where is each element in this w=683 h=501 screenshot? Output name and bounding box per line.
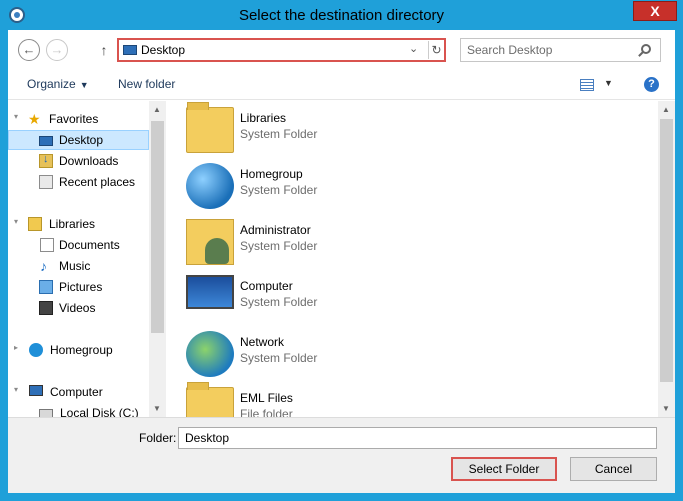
scroll-down-icon[interactable]: ▼ bbox=[662, 404, 670, 413]
sidebar-item-libraries[interactable]: ▾ Libraries bbox=[8, 214, 149, 234]
file-item-network[interactable]: Network System Folder bbox=[184, 329, 484, 381]
cancel-button[interactable]: Cancel bbox=[570, 457, 657, 481]
dialog-footer: Folder: Select Folder Cancel bbox=[8, 417, 675, 493]
file-item-libraries[interactable]: Libraries System Folder bbox=[184, 102, 484, 157]
sidebar-item-documents[interactable]: Documents bbox=[8, 235, 149, 255]
computer-icon bbox=[29, 385, 43, 396]
sidebar-item-label: Desktop bbox=[59, 133, 104, 147]
item-type: System Folder bbox=[240, 295, 318, 309]
item-name: Administrator bbox=[240, 223, 311, 237]
computer-icon bbox=[186, 275, 234, 309]
file-item-computer[interactable]: Computer System Folder bbox=[184, 273, 484, 325]
recent-icon bbox=[39, 175, 53, 189]
sidebar-item-pictures[interactable]: Pictures bbox=[8, 277, 149, 297]
file-item-homegroup[interactable]: Homegroup System Folder bbox=[184, 161, 484, 213]
item-name: Computer bbox=[240, 279, 293, 293]
sidebar-item-label: Favorites bbox=[49, 112, 99, 126]
sidebar-item-music[interactable]: ♪ Music bbox=[8, 256, 149, 276]
item-type: File folder bbox=[240, 407, 293, 417]
scroll-down-icon[interactable]: ▼ bbox=[153, 404, 161, 413]
file-list-scrollbar[interactable]: ▲ ▼ bbox=[658, 101, 675, 417]
folder-icon bbox=[186, 382, 234, 417]
sidebar-item-homegroup[interactable]: ▸ Homegroup bbox=[8, 340, 149, 360]
libraries-icon bbox=[186, 102, 234, 153]
sidebar-item-label: Music bbox=[59, 259, 91, 273]
scroll-up-icon[interactable]: ▲ bbox=[153, 105, 161, 114]
sidebar-item-label: Pictures bbox=[59, 280, 103, 294]
sidebar-item-computer[interactable]: ▾ Computer bbox=[8, 382, 149, 402]
documents-icon bbox=[40, 238, 54, 252]
sidebar-item-label: Computer bbox=[50, 385, 103, 399]
scroll-up-icon[interactable]: ▲ bbox=[662, 105, 670, 114]
item-type: System Folder bbox=[240, 127, 318, 141]
sidebar-item-label: Recent places bbox=[59, 175, 136, 189]
sidebar-item-downloads[interactable]: Downloads bbox=[8, 151, 149, 171]
window-title: Select the destination directory bbox=[238, 7, 445, 24]
select-folder-button[interactable]: Select Folder bbox=[451, 457, 557, 481]
sidebar-item-label: Downloads bbox=[59, 154, 119, 168]
scroll-thumb[interactable] bbox=[151, 121, 164, 333]
network-icon bbox=[186, 331, 234, 377]
desktop-icon bbox=[39, 136, 53, 146]
scroll-thumb[interactable] bbox=[660, 119, 673, 382]
sidebar-item-label: Videos bbox=[59, 301, 96, 315]
panes: ▾ ★ Favorites Desktop Downloads Recent p… bbox=[8, 30, 675, 493]
file-item-administrator[interactable]: Administrator System Folder bbox=[184, 217, 484, 269]
folder-label: Folder: bbox=[139, 431, 177, 445]
file-list: Libraries System Folder Homegroup System… bbox=[166, 101, 658, 417]
sidebar-item-label: Homegroup bbox=[50, 343, 113, 357]
downloads-icon bbox=[39, 153, 53, 168]
navigation-scrollbar[interactable]: ▲ ▼ bbox=[149, 101, 166, 417]
expand-icon[interactable]: ▾ bbox=[14, 385, 18, 394]
homegroup-icon bbox=[186, 163, 234, 209]
item-type: System Folder bbox=[240, 239, 318, 253]
sidebar-item-recent-places[interactable]: Recent places bbox=[8, 172, 149, 192]
sidebar-item-label: Libraries bbox=[49, 217, 96, 231]
sidebar-item-local-disk[interactable]: Local Disk (C:) bbox=[8, 403, 149, 417]
user-folder-icon bbox=[186, 219, 234, 265]
item-type: System Folder bbox=[240, 183, 318, 197]
homegroup-icon bbox=[29, 343, 43, 357]
pictures-icon bbox=[39, 280, 53, 294]
disk-icon bbox=[39, 409, 53, 417]
close-button[interactable]: X bbox=[633, 1, 677, 21]
folder-input[interactable] bbox=[178, 427, 657, 449]
libraries-icon bbox=[28, 217, 42, 231]
file-item-eml-files[interactable]: EML Files File folder bbox=[184, 382, 484, 417]
item-name: Libraries bbox=[240, 111, 287, 125]
sidebar-item-videos[interactable]: Videos bbox=[8, 298, 149, 318]
navigation-pane: ▾ ★ Favorites Desktop Downloads Recent p… bbox=[8, 101, 149, 417]
item-name: EML Files bbox=[240, 391, 293, 405]
star-icon: ★ bbox=[28, 111, 41, 127]
item-name: Homegroup bbox=[240, 167, 303, 181]
title-bar: Select the destination directory X bbox=[0, 0, 683, 30]
videos-icon bbox=[39, 301, 53, 315]
expand-icon[interactable]: ▸ bbox=[14, 343, 18, 352]
music-icon: ♪ bbox=[40, 258, 47, 274]
sidebar-item-desktop[interactable]: Desktop bbox=[8, 130, 149, 150]
item-name: Network bbox=[240, 335, 285, 349]
sidebar-item-favorites[interactable]: ▾ ★ Favorites bbox=[8, 109, 149, 129]
expand-icon[interactable]: ▾ bbox=[14, 112, 18, 121]
sidebar-item-label: Local Disk (C:) bbox=[60, 406, 139, 417]
sidebar-item-label: Documents bbox=[59, 238, 120, 252]
item-type: System Folder bbox=[240, 351, 318, 365]
expand-icon[interactable]: ▾ bbox=[14, 217, 18, 226]
